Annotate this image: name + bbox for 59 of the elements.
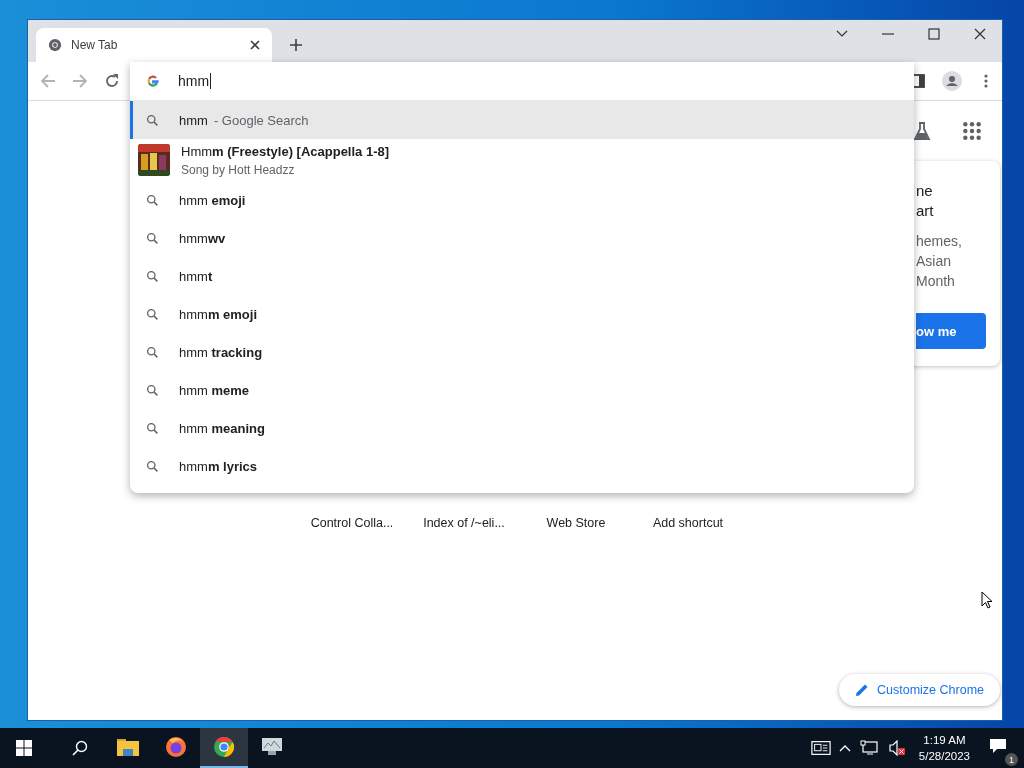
clock-time[interactable]: 1:19 AM	[923, 734, 966, 746]
show-me-button[interactable]: ow me	[916, 313, 986, 349]
suggestion-item[interactable]: hmm emoji	[130, 181, 914, 219]
notification-icon[interactable]	[988, 738, 1008, 754]
search-icon	[146, 459, 159, 473]
card-text: hemes,	[916, 232, 963, 251]
search-icon	[146, 307, 159, 321]
google-logo-icon	[146, 74, 160, 88]
mouse-cursor-icon	[981, 591, 993, 609]
search-icon	[146, 269, 159, 283]
windows-start-icon[interactable]	[16, 740, 32, 756]
song-title: Hmmm (Freestyle) [Acappella 1-8]	[181, 143, 390, 159]
search-icon	[146, 383, 159, 397]
shortcut-label[interactable]: Web Store	[520, 516, 632, 530]
customize-button[interactable]: Customize Chrome	[839, 674, 1000, 706]
search-icon	[146, 113, 159, 127]
reload-icon[interactable]	[104, 73, 120, 89]
card-title: ne	[916, 181, 934, 201]
song-subtitle: Song by Hott Headzz	[181, 162, 296, 177]
suggestion-item[interactable]: hmm - Google Search	[130, 101, 914, 139]
pencil-icon	[855, 683, 869, 697]
flask-icon[interactable]	[912, 121, 932, 141]
suggestion-item[interactable]: hmmwv	[130, 219, 914, 257]
suggestion-item[interactable]: hmmm emoji	[130, 295, 914, 333]
network-icon[interactable]	[858, 740, 879, 756]
suggestion-item[interactable]: Hmmm (Freestyle) [Acappella 1-8] Song by Hott Headzz	[130, 139, 914, 181]
card-title: art	[916, 201, 935, 221]
apps-grid-icon[interactable]	[962, 121, 982, 141]
speaker-muted-icon[interactable]	[886, 740, 907, 756]
close-icon[interactable]	[974, 28, 986, 40]
search-icon	[146, 345, 159, 359]
shortcut-label[interactable]: Index of /~eli...	[408, 516, 520, 530]
suggestion-item[interactable]: hmmm lyrics	[130, 447, 914, 485]
search-icon[interactable]	[72, 740, 88, 756]
firefox-icon	[165, 736, 187, 758]
suggestion-item[interactable]: hmm tracking	[130, 333, 914, 371]
monitor-icon	[261, 736, 283, 758]
news-icon[interactable]	[810, 740, 831, 756]
search-icon	[146, 421, 159, 435]
new-tab-icon[interactable]	[290, 39, 302, 51]
chrome-logo-icon	[48, 38, 62, 52]
taskbar-app[interactable]	[200, 728, 248, 768]
search-icon	[146, 193, 159, 207]
close-icon[interactable]	[250, 40, 260, 50]
suggestion-item[interactable]: hmmt	[130, 257, 914, 295]
clock-date[interactable]: 5/28/2023	[918, 750, 970, 762]
maximize-icon[interactable]	[928, 28, 940, 40]
notification-badge: 1	[1005, 753, 1018, 766]
profile-icon[interactable]	[942, 71, 962, 91]
suggestion-item[interactable]: hmm meaning	[130, 409, 914, 447]
card-text: Asian	[916, 252, 953, 271]
suggestion-item[interactable]: hmm meme	[130, 371, 914, 409]
card-text: Month	[916, 272, 956, 291]
shortcut-label[interactable]: Control Colla...	[296, 516, 408, 530]
folder-icon	[117, 736, 139, 758]
chrome-icon	[213, 736, 235, 758]
browser-tab[interactable]: New Tab	[36, 28, 272, 62]
search-icon	[146, 231, 159, 245]
shortcut-label[interactable]: Add shortcut	[632, 516, 744, 530]
